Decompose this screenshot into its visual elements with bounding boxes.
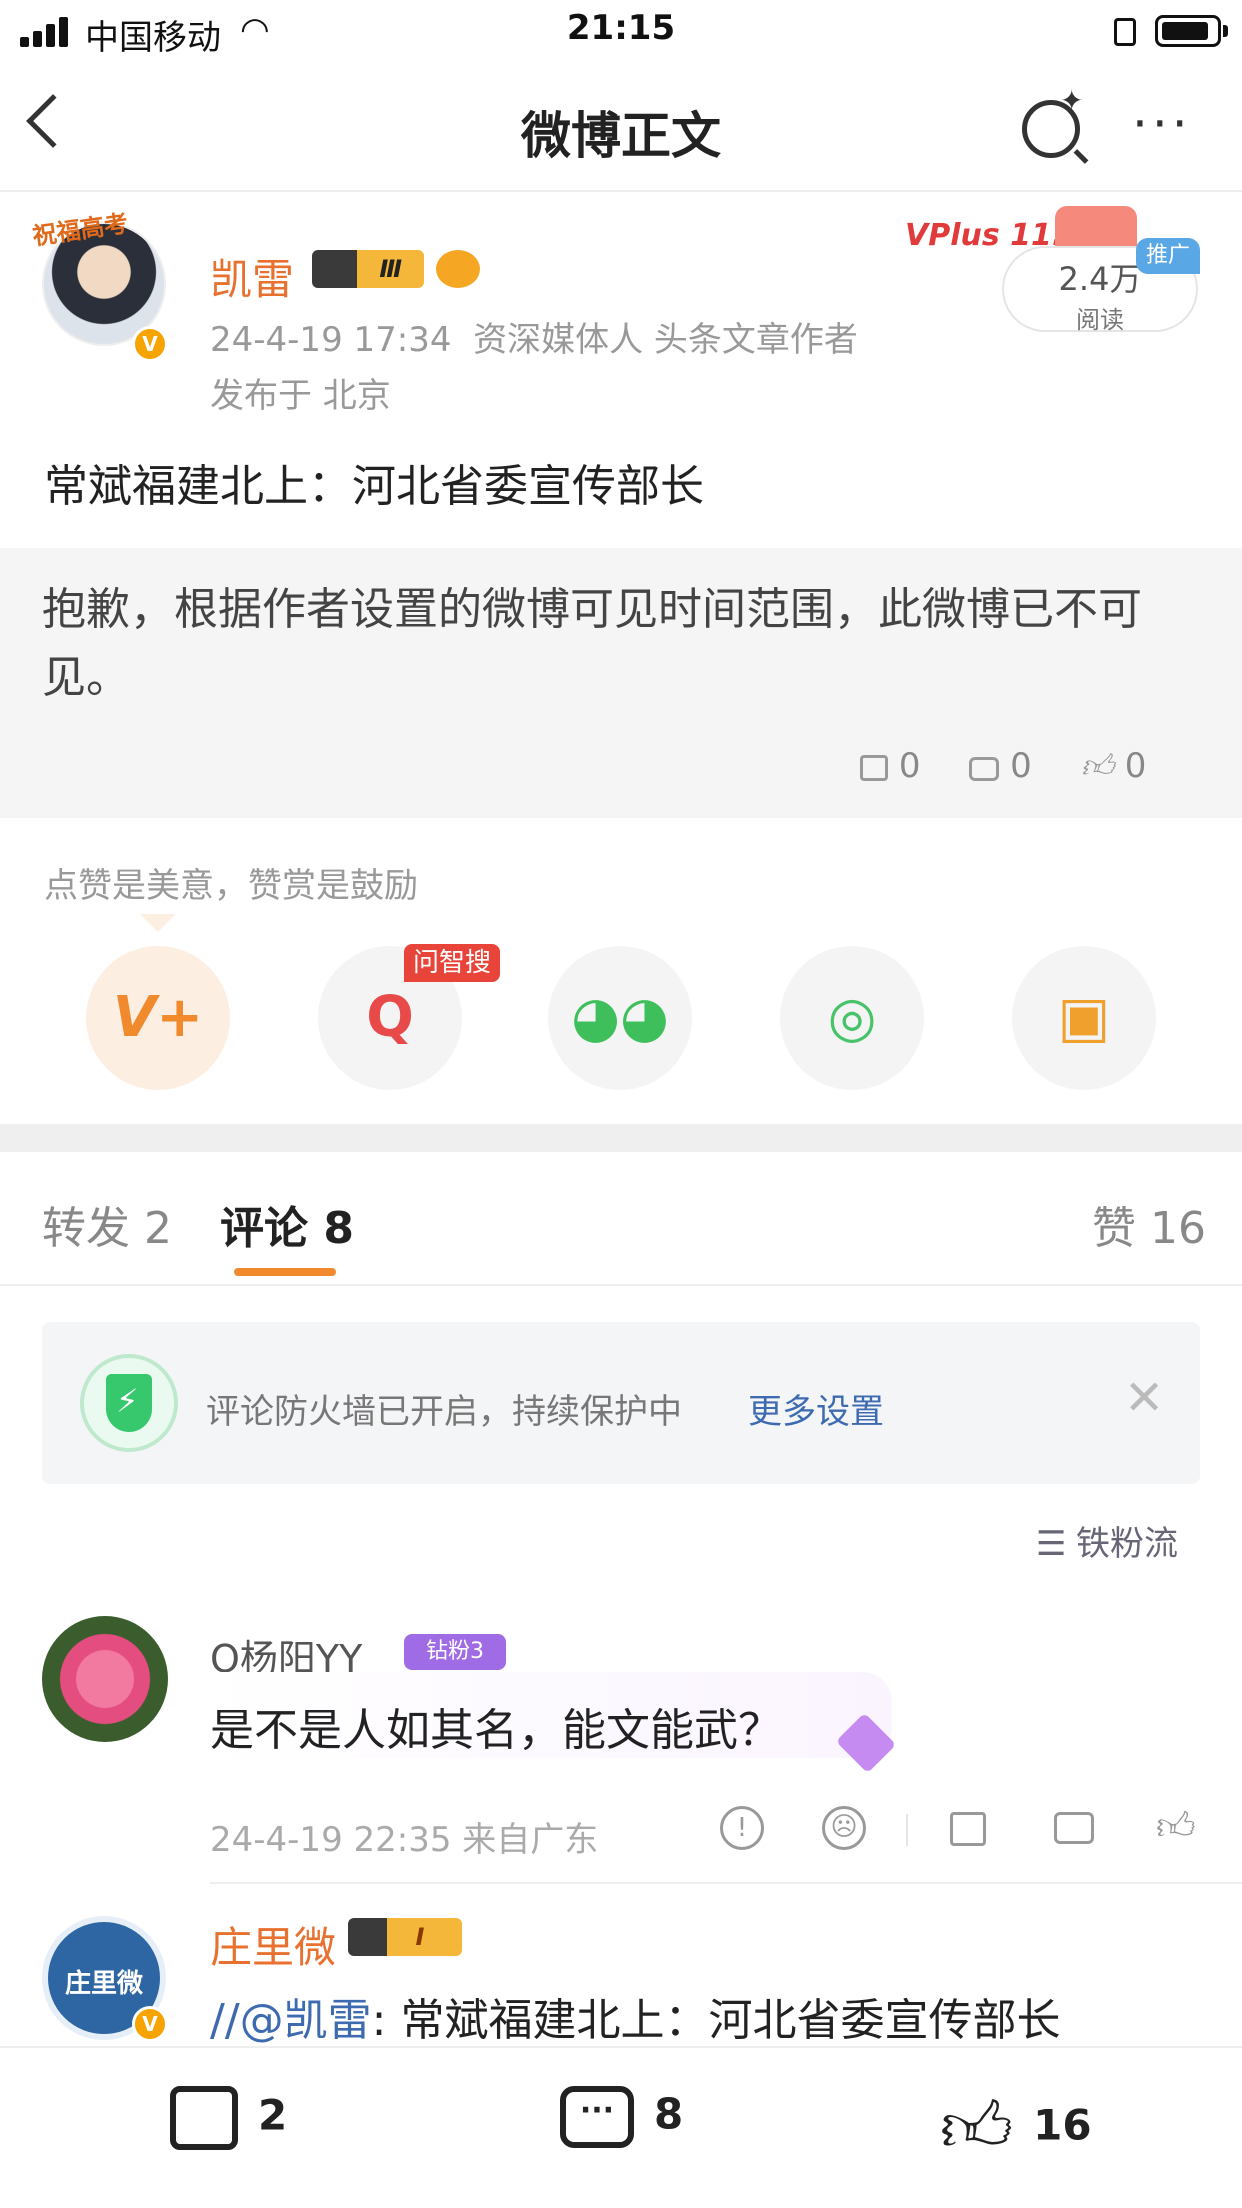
action-separator [906,1814,908,1846]
shield-icon [80,1354,178,1452]
sort-icon: ☰ [1036,1524,1067,1564]
repost-icon [170,2086,238,2150]
nav-bar: 微博正文 ✦ ··· [0,62,1242,192]
save-image-icon: ▣ [1057,985,1111,1050]
comment-button[interactable]: ··· 8 [560,2086,683,2148]
retweet-comment-count[interactable]: 0 [969,746,1032,786]
tabs-divider [0,1284,1242,1286]
read-label: 阅读 [1076,306,1124,334]
ai-search-icon: Q [366,985,414,1050]
promote-tag[interactable]: 推广 [1136,238,1200,274]
active-tab-indicator [234,1268,336,1276]
post-meta: 24-4-19 17:34 资深媒体人 头条文章作者 [210,320,858,360]
like-button[interactable]: 👍︎ 16 [940,2086,1092,2170]
close-icon[interactable]: ✕ [1124,1374,1164,1422]
save-image-button[interactable]: ▣ [1012,946,1156,1090]
verified-badge-icon: V [132,2006,168,2042]
post-text: 常斌福建北上：河北省委宣传部长 [44,461,704,512]
verified-badge-icon: V [132,326,168,362]
battery-tip [1223,25,1228,37]
commenter-avatar[interactable] [42,1616,168,1742]
diamond-fan-badge[interactable]: 钻粉3 [404,1634,506,1670]
tab-repost[interactable]: 转发 2 [42,1192,172,1256]
commenter-name[interactable]: 庄里微 [210,1914,336,1975]
orientation-lock-icon [1114,18,1136,46]
share-icon [860,755,888,781]
comment-text[interactable]: //@凯雷: 常斌福建北上：河北省委宣传部长 [210,1984,1060,2048]
more-icon[interactable]: ··· [1132,99,1192,149]
firewall-text: 评论防火墙已开启，持续保护中 [206,1392,682,1432]
ai-search-tag: 问智搜 [404,944,500,982]
comment-icon [969,757,1000,781]
retweet-repost-count[interactable]: 0 [860,746,920,786]
comment-divider [210,1882,1242,1884]
retweet-unavailable-text: 抱歉，根据作者设置的微博可见时间范围，此微博已不可见。 [42,584,1142,703]
like-icon[interactable]: 👍︎ [1156,1804,1196,1850]
repost-button[interactable]: 2 [170,2086,287,2150]
wechat-share-button[interactable]: ◕◕ [548,946,692,1090]
comment-meta: 24-4-19 22:35 来自广东 [210,1820,599,1860]
mention-link[interactable]: //@凯雷 [210,1995,372,2046]
reply-icon[interactable] [1054,1812,1094,1844]
v-plus-reward-button[interactable]: V+ [86,946,230,1090]
post-location: 发布于 北京 [210,376,391,416]
v-plus-icon: V+ [112,985,204,1050]
moments-icon: ◎ [827,985,877,1050]
wechat-icon: ◕◕ [571,985,669,1050]
sort-label: 铁粉流 [1076,1524,1178,1564]
dislike-icon[interactable]: ☹ [822,1806,866,1850]
tooltip-caret [140,914,176,932]
retweet-like-count[interactable]: 👍︎ 0 [1081,746,1147,786]
comment-icon: ··· [560,2086,634,2148]
clock: 21:15 [566,8,676,48]
reward-note: 点赞是美意，赞赏是鼓励 [44,866,418,906]
crown-level-badge[interactable]: I [348,1918,462,1956]
moments-share-button[interactable]: ◎ [780,946,924,1090]
comment-text[interactable]: 是不是人如其名，能文能武？ [210,1694,782,1758]
battery-icon [1155,15,1221,47]
like-icon: 👍︎ [940,2086,1014,2168]
section-divider [0,1124,1242,1152]
more-settings-link[interactable]: 更多设置 [748,1384,884,1433]
author-name[interactable]: 凯雷 [210,246,294,307]
crown-level-badge[interactable]: Ⅲ [312,250,424,288]
retweet-stats: 0 0 👍︎ 0 [860,746,1146,786]
share-icon[interactable] [950,1812,986,1846]
status-bar: 中国移动 ◠ 21:15 [0,0,1242,62]
report-icon[interactable]: ! [720,1806,764,1850]
like-icon: 👍︎ [1080,747,1114,785]
sparkle-icon: ✦ [1060,84,1084,117]
tab-comment[interactable]: 评论 8 [220,1192,354,1256]
tab-like[interactable]: 赞 16 [1092,1192,1206,1256]
sort-toggle[interactable]: ☰ 铁粉流 [1036,1516,1178,1565]
fan-pet-icon[interactable] [436,250,480,288]
